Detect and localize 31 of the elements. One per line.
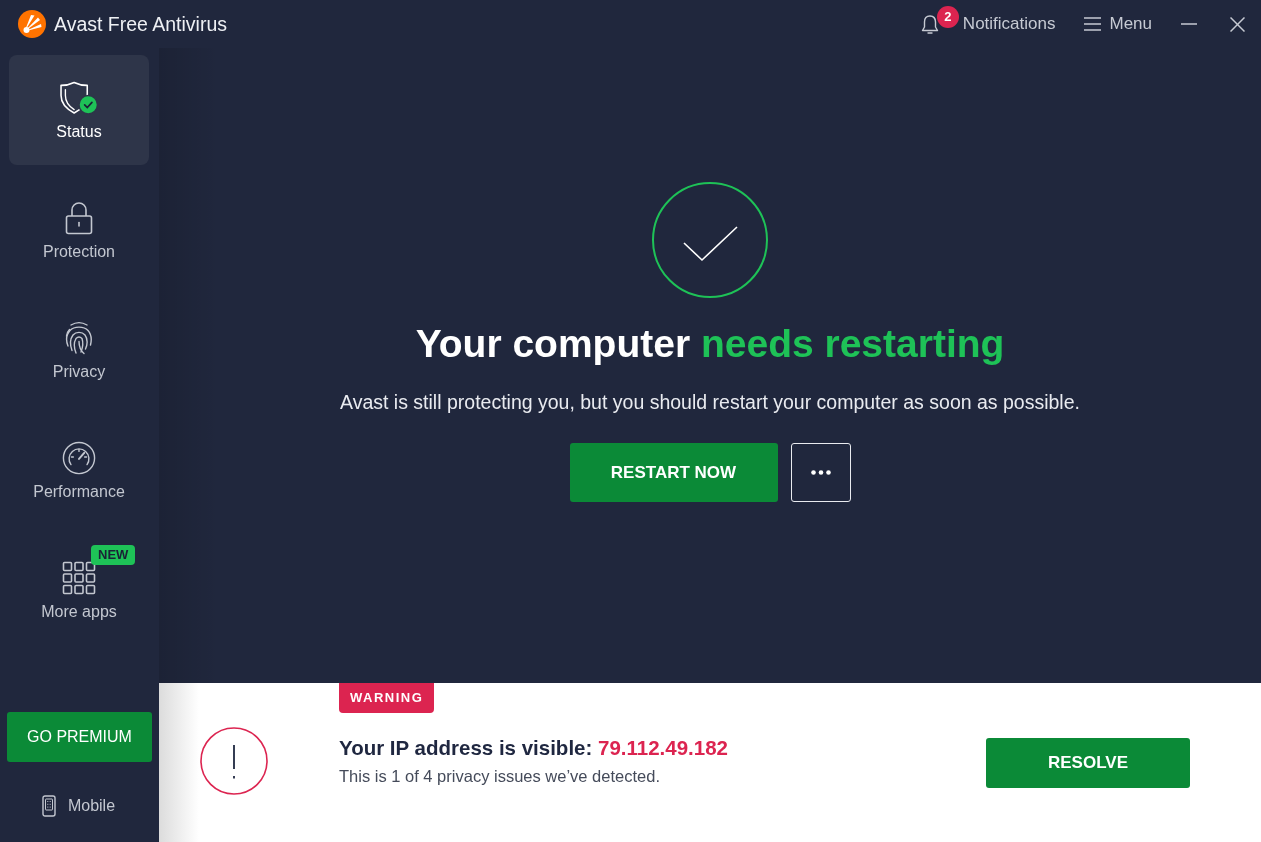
gauge-icon	[61, 441, 97, 475]
shield-check-icon	[59, 81, 99, 115]
premium-button[interactable]: GO PREMIUM	[7, 712, 152, 762]
grid-icon	[62, 561, 96, 595]
resolve-button[interactable]: RESOLVE	[986, 738, 1190, 788]
warning-badge: WARNING	[339, 683, 435, 713]
phone-icon	[41, 795, 56, 817]
menu-button[interactable]: Menu	[1084, 14, 1152, 34]
check-circle-icon	[652, 182, 768, 298]
close-icon[interactable]	[1230, 16, 1245, 32]
bell-icon	[920, 13, 939, 35]
logo-icon	[18, 10, 46, 38]
status-message: Avast is still protecting you, but you should restart your computer as soon as possible.	[340, 390, 1080, 414]
app-title: Avast Free Antivirus	[54, 12, 228, 36]
alert-detail: This is 1 of 4 privacy issues we’ve detected.	[339, 766, 660, 786]
fingerprint-icon	[64, 321, 94, 355]
mobile-link[interactable]: Mobile	[37, 788, 122, 824]
alert-title: Your IP address is visible: 79.112.49.182	[339, 735, 728, 761]
status-heading: Your computer needs restarting	[415, 322, 1005, 366]
notification-count: 2	[936, 5, 959, 28]
restart-button[interactable]: RESTART NOW	[569, 443, 778, 502]
more-button[interactable]	[790, 443, 851, 502]
sidebar-item[interactable]: Privacy	[9, 295, 149, 405]
sidebar-item[interactable]: Status	[9, 55, 149, 165]
sidebar-item[interactable]: Protection	[9, 175, 149, 285]
sidebar-item[interactable]: Performance	[9, 415, 149, 525]
ellipsis-icon	[810, 470, 831, 475]
menu-icon	[1084, 17, 1102, 31]
new-badge: NEW	[91, 545, 136, 565]
lock-icon	[65, 201, 93, 235]
exclamation-circle-icon	[200, 727, 268, 795]
